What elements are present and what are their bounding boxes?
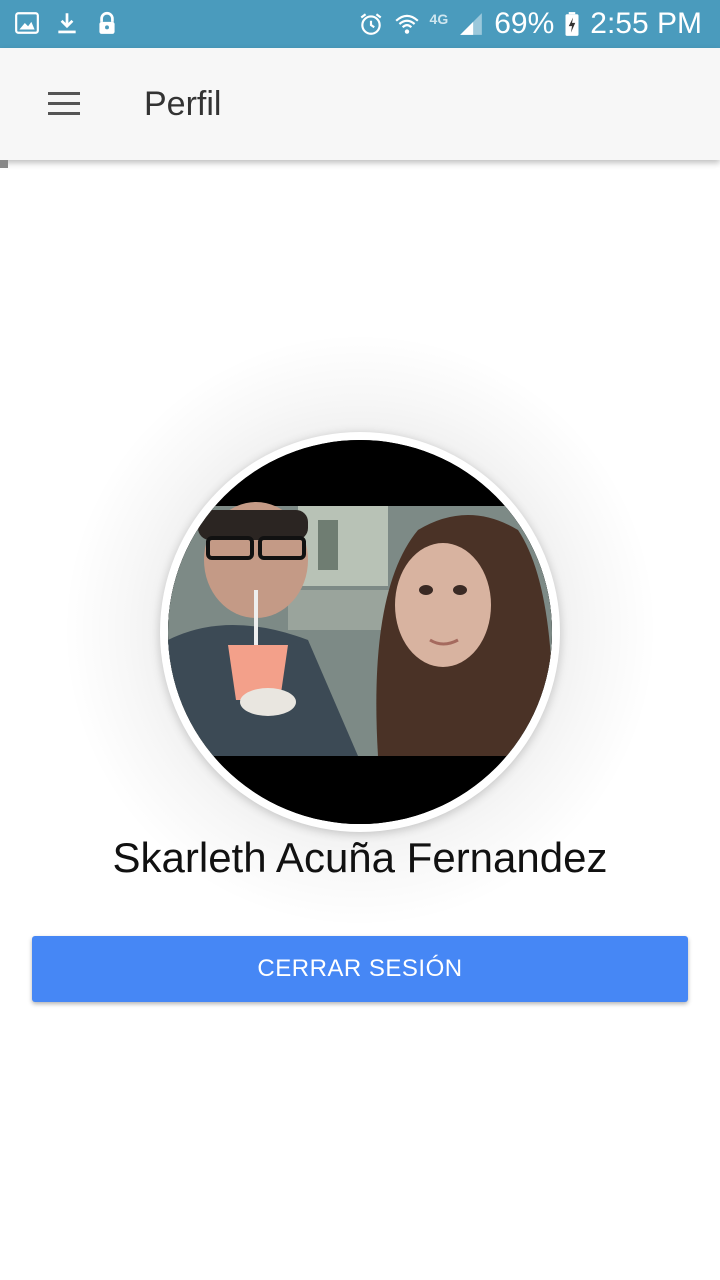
profile-photo-illustration	[168, 440, 552, 824]
clock: 2:55 PM	[590, 7, 702, 40]
wifi-icon	[394, 14, 419, 34]
logout-button[interactable]: CERRAR SESIÓN	[32, 936, 688, 1002]
alarm-icon	[360, 13, 381, 35]
signal-icon	[460, 13, 483, 35]
page-title: Perfil	[144, 85, 222, 123]
profile-photo	[168, 440, 552, 824]
gallery-icon	[15, 12, 39, 34]
avatar	[160, 432, 560, 832]
status-bar-notifications	[14, 10, 120, 36]
progress-indicator	[0, 160, 8, 168]
status-bar: 4G 69% 2:55 PM	[0, 0, 720, 48]
battery-percent: 69%	[494, 7, 555, 40]
hamburger-menu-icon[interactable]	[40, 84, 80, 124]
profile-name: Skarleth Acuña Fernandez	[112, 834, 608, 881]
lock-icon	[99, 11, 115, 34]
battery-charging-icon	[565, 12, 579, 36]
network-type-label: 4G	[429, 11, 449, 27]
download-icon	[58, 13, 76, 34]
status-bar-system: 4G 69% 2:55 PM	[358, 6, 702, 42]
app-bar: Perfil	[0, 48, 720, 160]
